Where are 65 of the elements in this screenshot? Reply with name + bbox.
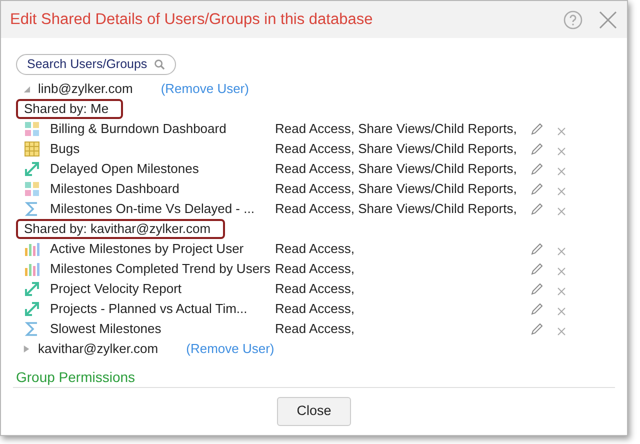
report-name: Delayed Open Milestones: [50, 160, 200, 178]
report-name: Active Milestones by Project User: [50, 240, 245, 258]
shared-by-label: Shared by: kavithar@zylker.com: [16, 219, 225, 239]
bar-chart-icon: [24, 241, 40, 257]
report-name: Milestones Completed Trend by Users: [50, 260, 272, 278]
dashboard-icon: [24, 121, 40, 137]
delete-x-icon[interactable]: [557, 146, 566, 156]
delete-x-icon[interactable]: [557, 126, 566, 136]
trend-arrow-icon: [24, 301, 40, 317]
access-text: Read Access,: [275, 240, 356, 258]
pencil-icon[interactable]: [531, 123, 543, 135]
report-name: Project Velocity Report: [50, 280, 183, 298]
pencil-icon[interactable]: [531, 263, 543, 275]
section-heading: Group Permissions: [16, 369, 136, 385]
remove-user-link[interactable]: (Remove User): [186, 339, 274, 359]
delete-x-icon[interactable]: [557, 206, 566, 216]
search-field[interactable]: Search Users/Groups: [16, 54, 176, 75]
bar-chart-icon: [24, 261, 40, 277]
delete-x-icon[interactable]: [557, 166, 566, 176]
help-icon[interactable]: [563, 10, 583, 30]
report-name: Projects - Planned vs Actual Tim...: [50, 300, 248, 318]
dashboard-icon: [24, 181, 40, 197]
report-name: Slowest Milestones: [50, 320, 162, 338]
pencil-icon[interactable]: [531, 163, 543, 175]
access-text: Read Access, Share Views/Child Reports,: [275, 180, 518, 198]
user-email: linb@zylker.com: [38, 80, 133, 98]
pencil-icon[interactable]: [531, 243, 543, 255]
close-icon[interactable]: [599, 10, 617, 28]
window-title: Edit Shared Details of Users/Groups in this database: [10, 10, 374, 30]
access-text: Read Access,: [275, 300, 356, 318]
report-name: Milestones On-time Vs Delayed - ...: [50, 200, 256, 218]
user-email: kavithar@zylker.com: [38, 340, 158, 358]
shared-by-label: Shared by: Me: [16, 99, 123, 119]
sigma-icon: [24, 201, 40, 217]
remove-user-link[interactable]: (Remove User): [160, 79, 249, 99]
delete-x-icon[interactable]: [557, 186, 566, 196]
access-text: Read Access, Share Views/Child Reports,: [275, 140, 518, 158]
expand-triangle-icon[interactable]: [23, 345, 30, 353]
report-name: Milestones Dashboard: [50, 180, 180, 198]
access-text: Read Access, Share Views/Child Reports,: [275, 160, 518, 178]
trend-arrow-icon: [24, 161, 40, 177]
report-name: Billing & Burndown Dashboard: [50, 120, 228, 138]
delete-x-icon[interactable]: [557, 286, 566, 296]
pencil-icon[interactable]: [531, 183, 543, 195]
access-text: Read Access,: [275, 320, 356, 338]
pencil-icon[interactable]: [531, 303, 543, 315]
trend-arrow-icon: [24, 281, 40, 297]
access-text: Read Access,: [275, 260, 356, 278]
access-text: Read Access, Share Views/Child Reports,: [275, 120, 518, 138]
delete-x-icon[interactable]: [557, 306, 566, 316]
close-button[interactable]: Close: [277, 397, 351, 426]
report-name: Bugs: [50, 140, 81, 158]
sigma-icon: [24, 321, 40, 337]
pencil-icon[interactable]: [531, 323, 543, 335]
pencil-icon[interactable]: [531, 143, 543, 155]
delete-x-icon[interactable]: [557, 266, 566, 276]
delete-x-icon[interactable]: [557, 326, 566, 336]
table-icon: [24, 141, 40, 157]
collapse-triangle-icon[interactable]: [23, 85, 30, 93]
search-icon: [154, 59, 165, 70]
delete-x-icon[interactable]: [557, 246, 566, 256]
pencil-icon[interactable]: [531, 203, 543, 215]
access-text: Read Access, Share Views/Child Reports,: [275, 200, 518, 218]
pencil-icon[interactable]: [531, 283, 543, 295]
access-text: Read Access,: [275, 280, 356, 298]
